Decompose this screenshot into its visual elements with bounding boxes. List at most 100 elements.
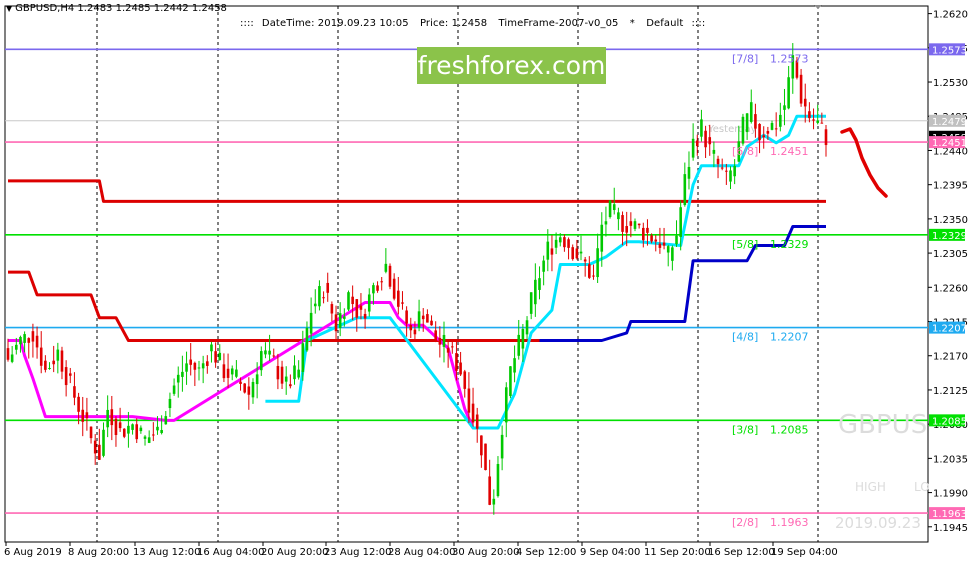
candle-body-105 xyxy=(442,334,446,347)
time-tick-label-7: 30 Aug 20:00 xyxy=(452,547,519,558)
candle-body-152 xyxy=(637,223,641,226)
candle-body-29 xyxy=(127,425,130,434)
candle-body-2 xyxy=(15,344,18,350)
candle-body-103 xyxy=(434,330,437,342)
candle-body-170 xyxy=(712,149,716,154)
candle-body-72 xyxy=(305,327,309,351)
candle-body-180 xyxy=(754,114,757,129)
candle-body-138 xyxy=(579,251,583,254)
candle-body-69 xyxy=(293,365,296,380)
candle-body-10 xyxy=(48,367,51,369)
candle-body-183 xyxy=(766,131,770,134)
candle-body-127 xyxy=(534,279,537,305)
price-tick-label-15: 1.1945 xyxy=(933,523,968,534)
candle-body-36 xyxy=(156,426,159,431)
candle-body-38 xyxy=(164,416,168,425)
candle-body-95 xyxy=(401,302,404,304)
price-tick-label-6: 1.2350 xyxy=(933,215,968,226)
chart-window: Yesterday [7/8] 1.2573 [6/8] 1.2451 [5/8] 1.2… xyxy=(0,0,970,565)
candle-body-134 xyxy=(563,237,566,248)
murrey-level-label-5: [2/8] xyxy=(732,516,758,529)
candle-body-174 xyxy=(729,170,732,182)
info-dots-right: :::: xyxy=(691,18,706,29)
candle-body-164 xyxy=(687,166,691,179)
candle-body-117 xyxy=(492,498,496,505)
candle-body-128 xyxy=(538,278,541,290)
freshforex-logo: freshforex.com xyxy=(417,47,606,84)
candle-body-150 xyxy=(629,221,633,226)
candle-body-124 xyxy=(521,328,525,349)
candle-body-18 xyxy=(81,409,85,422)
indicator-info: :::: DateTime: 2019.09.23 10:05 Price: 1.… xyxy=(240,18,713,29)
candle-body-87 xyxy=(367,294,371,312)
candle-body-139 xyxy=(583,259,587,262)
murrey-level-label-1: [6/8] xyxy=(732,145,758,158)
candle-body-35 xyxy=(152,434,155,436)
candle-body-141 xyxy=(592,275,595,277)
candle-body-88 xyxy=(372,285,375,294)
candle-body-91 xyxy=(384,263,388,272)
time-tick-label-2: 13 Aug 12:00 xyxy=(133,547,200,558)
candle-body-111 xyxy=(467,388,471,413)
candle-body-75 xyxy=(318,286,321,307)
candle-body-136 xyxy=(571,247,575,260)
candle-body-121 xyxy=(509,366,512,397)
candle-body-104 xyxy=(438,337,442,345)
time-tick-label-9: 9 Sep 04:00 xyxy=(580,547,640,558)
candle-body-50 xyxy=(214,351,217,363)
murrey-level-price-1: 1.2451 xyxy=(770,145,809,158)
candle-body-133 xyxy=(558,237,562,243)
candle-body-192 xyxy=(803,98,807,107)
price-tick-label-5: 1.2395 xyxy=(933,181,968,192)
candle-body-30 xyxy=(131,424,134,430)
price-tag-label-7: 1.1963 xyxy=(932,509,967,520)
candle-body-109 xyxy=(459,362,462,375)
candle-body-108 xyxy=(455,353,458,371)
price-tag-label-3: 1.2451 xyxy=(932,138,967,149)
candle-body-125 xyxy=(525,320,529,335)
candle-body-193 xyxy=(808,111,811,119)
candle-body-96 xyxy=(405,310,408,324)
candle-body-85 xyxy=(359,305,363,310)
candle-body-118 xyxy=(496,463,500,497)
forecast-curve-line xyxy=(840,127,888,198)
candle-body-24 xyxy=(106,409,109,428)
candle-body-169 xyxy=(708,137,712,145)
candle-body-9 xyxy=(44,360,47,370)
candle-body-31 xyxy=(135,424,139,440)
candle-body-116 xyxy=(488,476,491,505)
candle-body-130 xyxy=(546,241,550,260)
candle-body-187 xyxy=(783,105,786,110)
candle-body-22 xyxy=(98,444,101,460)
candle-body-162 xyxy=(679,207,682,237)
candle-body-113 xyxy=(475,414,479,429)
candle-body-101 xyxy=(426,314,429,323)
price-axis[interactable]: 1.26201.25751.25301.24851.24401.23951.23… xyxy=(814,5,968,534)
candle-body-77 xyxy=(326,282,330,293)
time-axis[interactable]: 6 Aug 2019 8 Aug 20:00 13 Aug 12:0016 Aug … xyxy=(4,542,838,558)
candle-body-120 xyxy=(504,387,508,423)
candle-body-129 xyxy=(542,260,545,272)
price-chart[interactable]: Yesterday [7/8] 1.2573 [6/8] 1.2451 [5/8] 1.2… xyxy=(0,0,970,565)
candle-body-17 xyxy=(77,396,80,412)
candle-body-80 xyxy=(338,313,342,328)
candle-body-19 xyxy=(85,412,89,419)
watermark-symbol: GBPUS xyxy=(838,410,928,440)
candle-body-137 xyxy=(575,248,579,259)
candle-body-112 xyxy=(471,403,475,423)
candle-body-144 xyxy=(604,221,608,225)
watermark-high: HIGH xyxy=(855,480,886,494)
candle-body-6 xyxy=(31,331,35,342)
info-dots-left: :::: xyxy=(240,18,254,29)
candle-body-27 xyxy=(118,422,122,429)
candle-body-114 xyxy=(480,435,483,456)
time-tick-label-12: 19 Sep 04:00 xyxy=(771,547,838,558)
time-tick-label-1: 8 Aug 20:00 xyxy=(68,547,129,558)
candle-body-86 xyxy=(363,313,367,319)
candle-body-70 xyxy=(297,369,300,378)
candle-body-41 xyxy=(176,374,180,383)
candle-body-59 xyxy=(251,381,255,398)
collapse-triangle-icon[interactable]: ▼ xyxy=(6,4,12,13)
candle-body-4 xyxy=(23,334,26,343)
candle-body-5 xyxy=(27,338,31,343)
